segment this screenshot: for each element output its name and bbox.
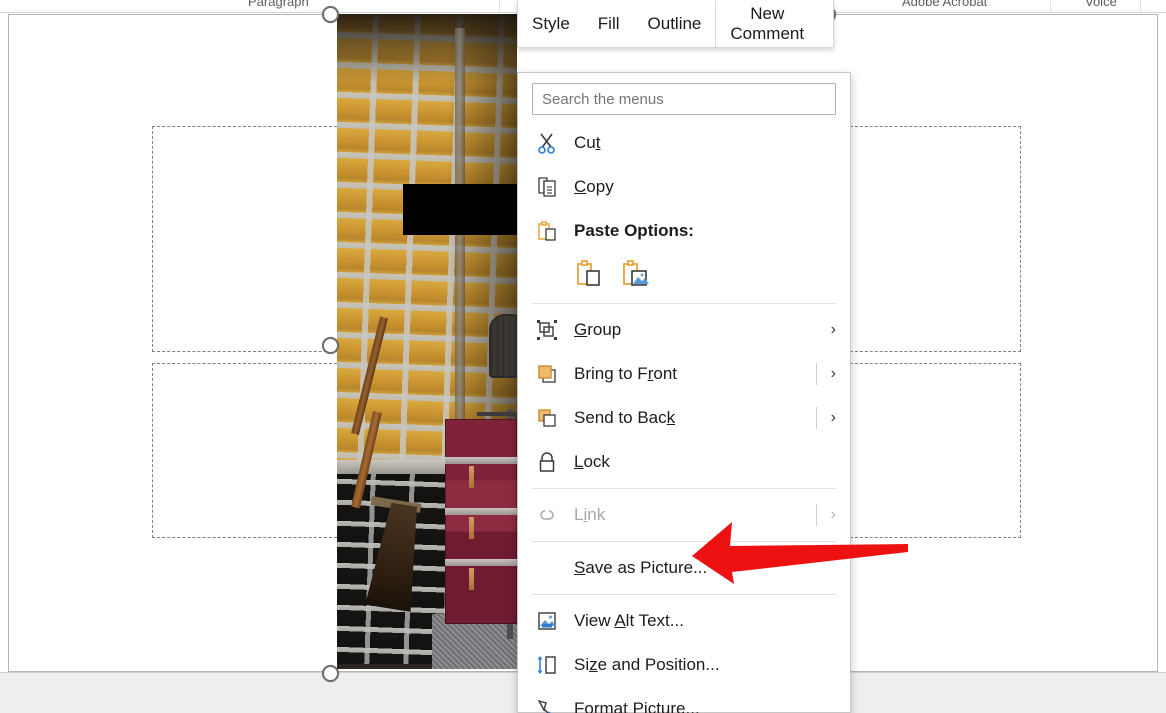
wall-shadow-top	[337, 14, 517, 84]
trunk-latch	[469, 517, 474, 539]
word-window: Paragraph Adobe Acrobat Voice Style Fill…	[0, 0, 1166, 713]
menu-item-format-picture-label: Format Picture...	[574, 699, 700, 713]
menu-divider	[532, 488, 836, 489]
menu-item-paste-options-label: Paste Options:	[574, 221, 694, 240]
owl-cage	[489, 314, 517, 378]
menu-item-copy[interactable]: Copy	[518, 165, 850, 209]
submenu-divider	[815, 407, 817, 429]
selection-handle-middle-left[interactable]	[322, 337, 339, 354]
trunk-band	[445, 559, 517, 566]
ribbon-group-voice: Voice	[1085, 0, 1117, 9]
menu-item-group[interactable]: Group ›	[518, 308, 850, 352]
mini-toolbar-new-comment-button[interactable]: New Comment	[716, 4, 818, 42]
mini-toolbar: Style Fill Outline New Comment	[517, 0, 834, 48]
menu-item-bring-to-front-label: Bring to Front	[574, 364, 678, 383]
ribbon-divider	[1140, 0, 1141, 12]
menu-item-view-alt-text[interactable]: View Alt Text...	[518, 599, 850, 643]
format-picture-icon	[532, 696, 562, 713]
mini-toolbar-outline-button[interactable]: Outline	[634, 14, 716, 33]
search-input[interactable]	[532, 83, 836, 115]
submenu-divider	[815, 363, 817, 385]
menu-item-cut[interactable]: Cut	[518, 121, 850, 165]
ribbon-divider	[499, 0, 500, 12]
chevron-right-icon: ›	[830, 321, 836, 338]
no-icon	[532, 555, 562, 581]
chevron-right-icon: ›	[830, 409, 836, 426]
menu-item-cut-label: Cut	[574, 133, 601, 152]
menu-item-group-label: Group	[574, 320, 622, 339]
link-icon	[532, 502, 562, 528]
luggage-trunks	[445, 419, 517, 624]
selection-handle-bottom-left[interactable]	[322, 665, 339, 682]
paste-picture-button[interactable]	[620, 258, 650, 288]
selection-handle-top-left[interactable]	[322, 6, 339, 23]
menu-item-size-and-position-label: Size and Position...	[574, 655, 720, 674]
trunk-band	[445, 457, 517, 464]
mini-toolbar-style-button[interactable]: Style	[518, 14, 584, 33]
new-comment-line-1: New	[750, 4, 785, 24]
picture-content	[337, 14, 517, 669]
send-to-back-icon	[532, 405, 562, 431]
paste-keep-source-formatting-button[interactable]	[574, 258, 604, 288]
scissors-icon	[532, 130, 562, 156]
menu-item-paste-options: Paste Options:	[518, 209, 850, 253]
clipboard-icon	[532, 218, 562, 244]
trunk-band	[445, 508, 517, 515]
group-icon	[532, 317, 562, 343]
menu-item-lock-label: Lock	[574, 452, 610, 471]
menu-item-view-alt-text-label: View Alt Text...	[574, 611, 684, 630]
bring-to-front-icon	[532, 361, 562, 387]
paste-options-row	[518, 253, 850, 299]
table-cell[interactable]	[850, 363, 1021, 538]
menu-item-send-to-back[interactable]: Send to Back ›	[518, 396, 850, 440]
menu-divider	[532, 594, 836, 595]
ribbon-divider	[1050, 0, 1051, 12]
context-menu: Cut Copy	[517, 72, 851, 713]
menu-item-bring-to-front[interactable]: Bring to Front ›	[518, 352, 850, 396]
redaction-box	[403, 184, 517, 235]
copy-icon	[532, 174, 562, 200]
menu-item-copy-label: Copy	[574, 177, 614, 196]
table-cell[interactable]	[850, 126, 1021, 352]
mini-toolbar-fill-button[interactable]: Fill	[584, 14, 634, 33]
ribbon-group-paragraph: Paragraph	[248, 0, 309, 9]
annotation-arrow-icon	[688, 514, 910, 586]
size-position-icon	[532, 652, 562, 678]
trunk-latch	[469, 568, 474, 590]
table-cell[interactable]	[152, 363, 342, 538]
chevron-right-icon: ›	[830, 365, 836, 382]
new-comment-line-2: Comment	[730, 23, 805, 43]
menu-item-lock[interactable]: Lock	[518, 440, 850, 484]
picture-platform-nine-three-quarters[interactable]	[337, 14, 517, 669]
lock-icon	[532, 449, 562, 475]
menu-item-send-to-back-label: Send to Back	[574, 408, 676, 427]
table-cell[interactable]	[152, 126, 342, 352]
search-the-menus-wrapper	[518, 83, 850, 121]
alt-text-icon	[532, 608, 562, 634]
menu-item-format-picture[interactable]: Format Picture...	[518, 687, 850, 713]
menu-divider	[532, 303, 836, 304]
ribbon-group-adobe-acrobat: Adobe Acrobat	[902, 0, 988, 9]
trunk-latch	[469, 466, 474, 488]
menu-item-size-and-position[interactable]: Size and Position...	[518, 643, 850, 687]
